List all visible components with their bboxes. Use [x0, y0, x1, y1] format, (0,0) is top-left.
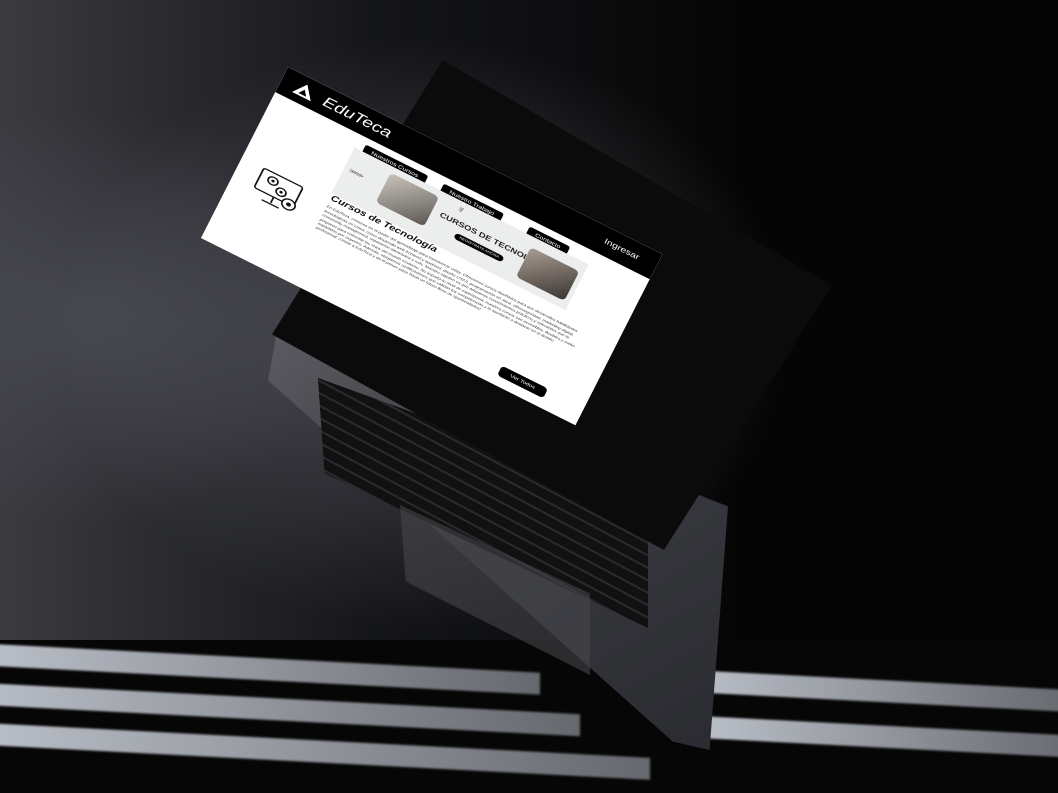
floor-light-stripes [0, 640, 1058, 793]
logo-icon[interactable] [290, 78, 318, 103]
chevrons-icon: >>>>> [347, 166, 364, 180]
computer-gears-icon [244, 161, 313, 221]
light-stripe [0, 643, 540, 695]
light-stripe [700, 716, 1058, 758]
chevron-down-icon: >> [456, 205, 467, 213]
light-stripe [690, 670, 1058, 712]
